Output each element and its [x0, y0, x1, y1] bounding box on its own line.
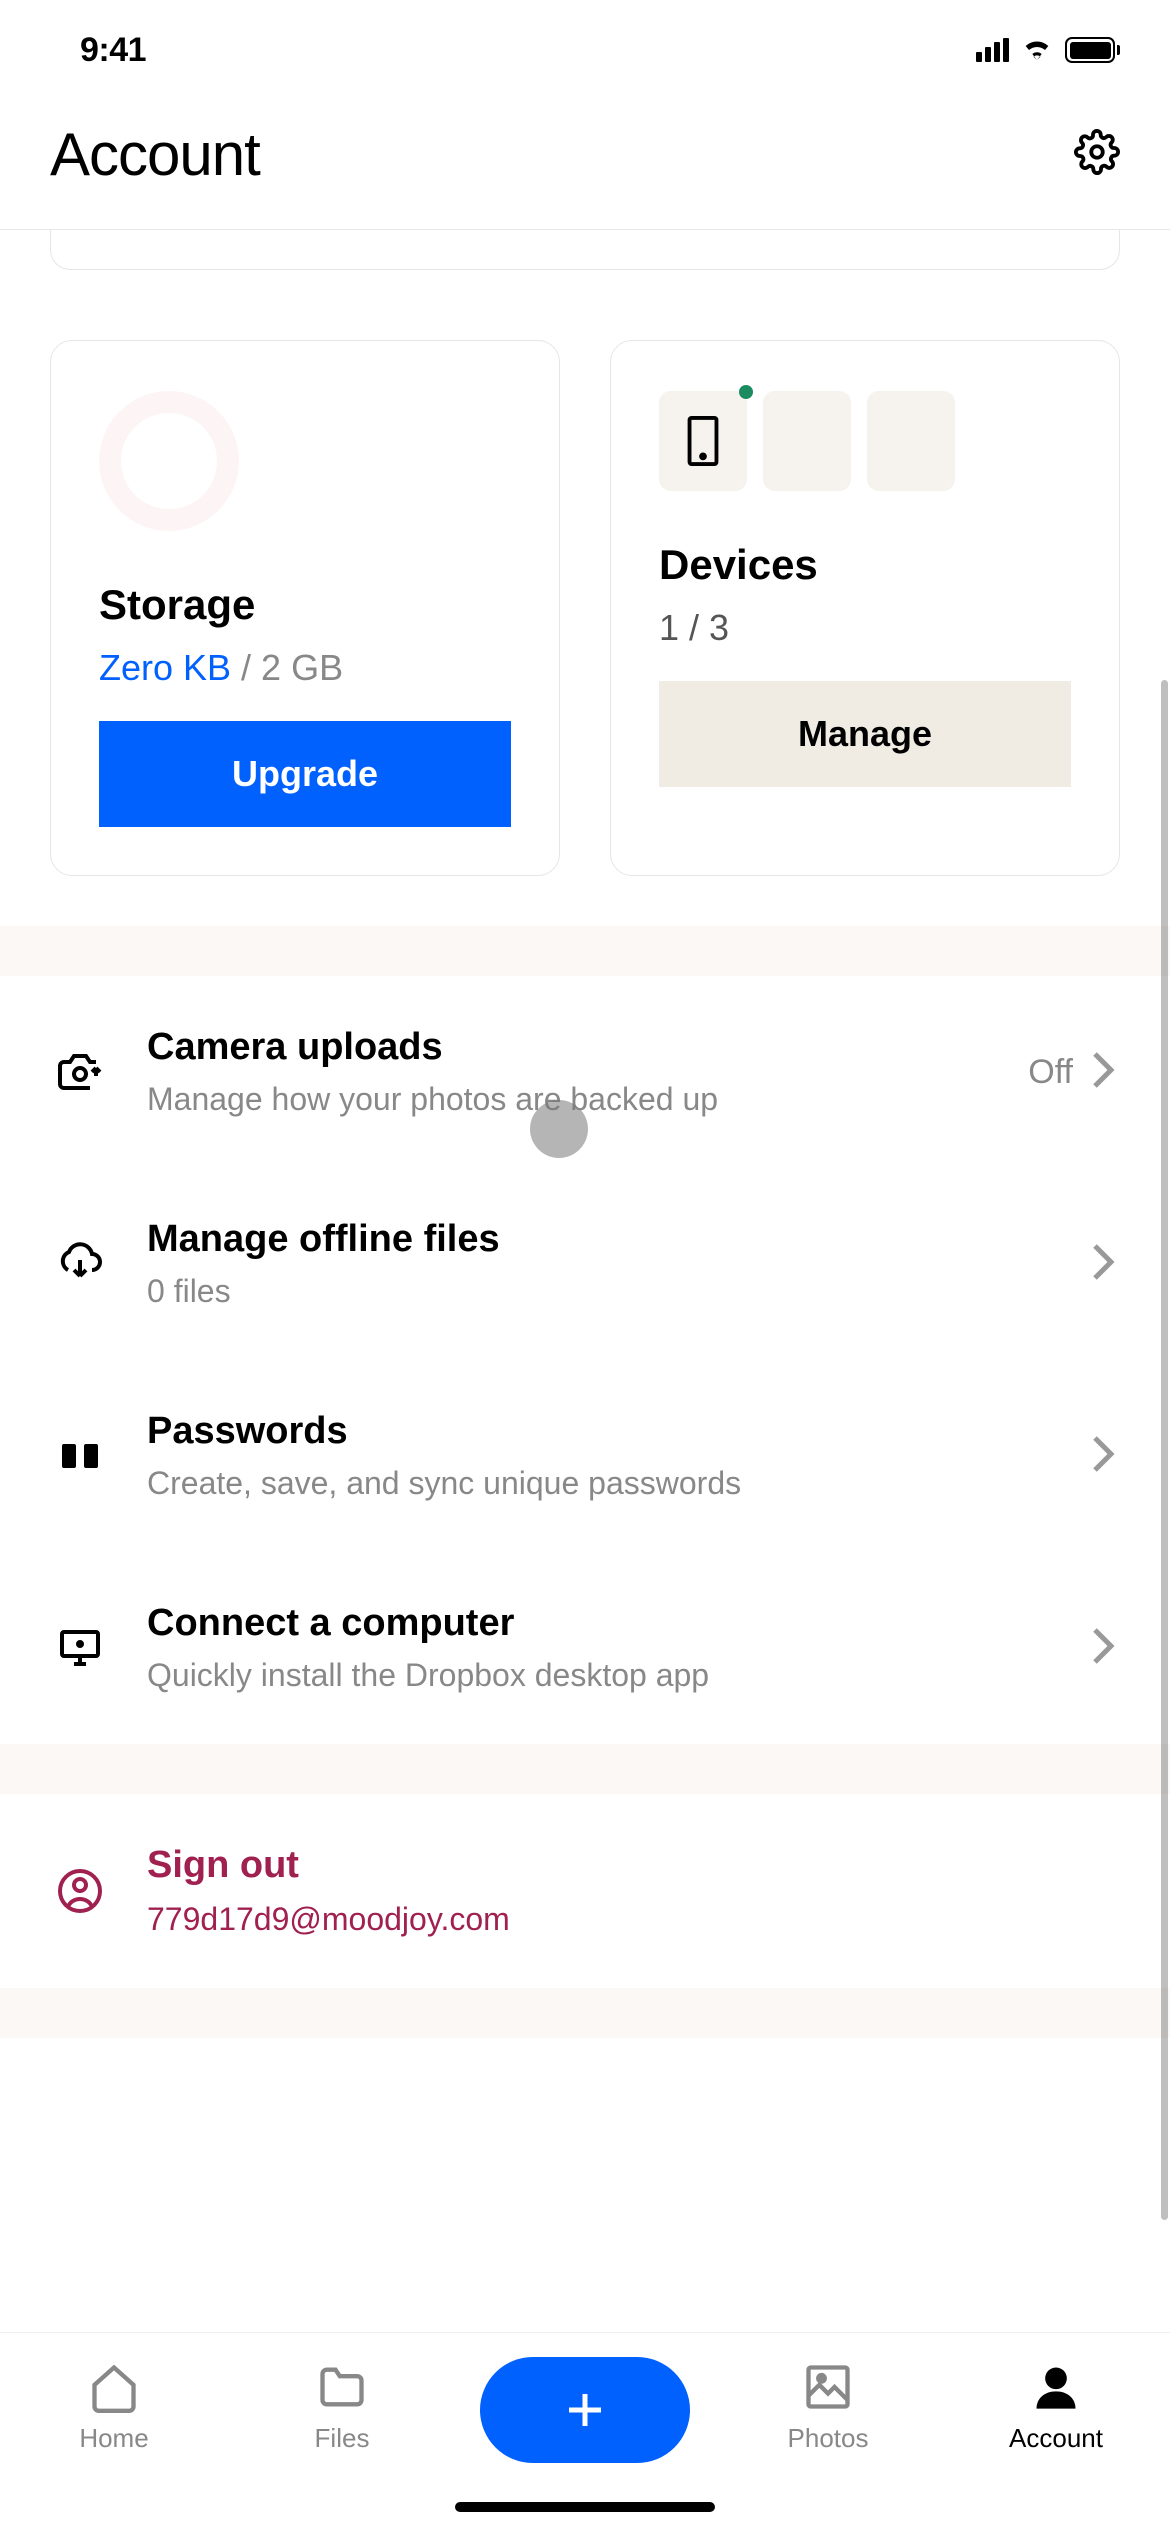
list-title: Connect a computer — [147, 1602, 1049, 1645]
sign-out-email: 779d17d9@moodjoy.com — [147, 1901, 1115, 1938]
features-list: Camera uploads Manage how your photos ar… — [0, 976, 1170, 1744]
folder-icon — [316, 2361, 368, 2413]
tab-label: Files — [315, 2423, 370, 2454]
image-icon — [802, 2361, 854, 2413]
sign-out-title: Sign out — [147, 1844, 1115, 1887]
tab-label: Photos — [788, 2423, 869, 2454]
storage-info: Zero KB / 2 GB — [99, 647, 511, 689]
cloud-download-icon — [55, 1240, 105, 1288]
wifi-icon — [1021, 36, 1053, 65]
offline-files-row[interactable]: Manage offline files 0 files — [0, 1168, 1170, 1360]
list-subtitle: 0 files — [147, 1273, 1049, 1310]
cellular-signal-icon — [976, 38, 1009, 62]
add-button[interactable] — [480, 2357, 690, 2463]
device-slot-empty — [867, 391, 955, 491]
list-subtitle: Quickly install the Dropbox desktop app — [147, 1657, 1049, 1694]
list-subtitle: Create, save, and sync unique passwords — [147, 1465, 1049, 1502]
home-indicator[interactable] — [455, 2502, 715, 2512]
section-divider — [0, 1744, 1170, 1794]
section-divider — [0, 926, 1170, 976]
user-circle-icon — [55, 1867, 105, 1915]
devices-title: Devices — [659, 541, 1071, 589]
status-label: Off — [1028, 1053, 1073, 1092]
scrollbar[interactable] — [1161, 680, 1168, 2220]
connect-computer-row[interactable]: Connect a computer Quickly install the D… — [0, 1552, 1170, 1744]
chevron-right-icon — [1091, 1242, 1115, 1287]
list-content: Passwords Create, save, and sync unique … — [147, 1410, 1049, 1502]
gear-icon — [1074, 129, 1120, 175]
list-trailing — [1091, 1242, 1115, 1287]
battery-icon — [1065, 37, 1120, 63]
page-title: Account — [50, 120, 260, 189]
settings-button[interactable] — [1074, 129, 1120, 180]
chevron-right-icon — [1091, 1434, 1115, 1479]
list-trailing — [1091, 1434, 1115, 1479]
tab-files[interactable]: Files — [252, 2361, 432, 2454]
devices-icons — [659, 391, 1071, 491]
passwords-icon — [55, 1432, 105, 1480]
list-title: Camera uploads — [147, 1026, 986, 1069]
chevron-right-icon — [1091, 1050, 1115, 1095]
status-bar: 9:41 — [0, 0, 1170, 100]
home-icon — [88, 2361, 140, 2413]
list-trailing: Off — [1028, 1050, 1115, 1095]
manage-button[interactable]: Manage — [659, 681, 1071, 787]
passwords-row[interactable]: Passwords Create, save, and sync unique … — [0, 1360, 1170, 1552]
signout-section: Sign out 779d17d9@moodjoy.com — [0, 1794, 1170, 1988]
storage-usage-ring-icon — [99, 391, 239, 531]
status-time: 9:41 — [80, 31, 146, 70]
monitor-icon — [55, 1624, 105, 1672]
device-slot-active — [659, 391, 747, 491]
list-trailing — [1091, 1626, 1115, 1671]
phone-icon — [687, 416, 719, 466]
camera-upload-icon — [55, 1048, 105, 1096]
list-title: Passwords — [147, 1410, 1049, 1453]
device-slot-empty — [763, 391, 851, 491]
page-header: Account — [0, 100, 1170, 230]
storage-card[interactable]: Storage Zero KB / 2 GB Upgrade — [50, 340, 560, 876]
storage-used: Zero KB — [99, 647, 231, 688]
storage-total: / 2 GB — [231, 647, 343, 688]
sign-out-row[interactable]: Sign out 779d17d9@moodjoy.com — [0, 1794, 1170, 1988]
tab-label: Account — [1009, 2423, 1103, 2454]
storage-title: Storage — [99, 581, 511, 629]
plus-icon — [561, 2386, 609, 2434]
status-indicators — [976, 36, 1120, 65]
previous-card-edge — [50, 230, 1120, 270]
devices-count: 1 / 3 — [659, 607, 1071, 649]
list-content: Manage offline files 0 files — [147, 1218, 1049, 1310]
touch-indicator — [530, 1100, 588, 1158]
summary-cards: Storage Zero KB / 2 GB Upgrade Devices 1… — [0, 270, 1170, 926]
list-content: Sign out 779d17d9@moodjoy.com — [147, 1844, 1115, 1938]
active-indicator-dot — [739, 385, 753, 399]
chevron-right-icon — [1091, 1626, 1115, 1671]
person-icon — [1030, 2361, 1082, 2413]
tab-home[interactable]: Home — [24, 2361, 204, 2454]
list-title: Manage offline files — [147, 1218, 1049, 1261]
devices-card[interactable]: Devices 1 / 3 Manage — [610, 340, 1120, 876]
section-divider — [0, 1988, 1170, 2038]
upgrade-button[interactable]: Upgrade — [99, 721, 511, 827]
tab-account[interactable]: Account — [966, 2361, 1146, 2454]
tab-label: Home — [79, 2423, 148, 2454]
list-content: Connect a computer Quickly install the D… — [147, 1602, 1049, 1694]
tab-photos[interactable]: Photos — [738, 2361, 918, 2454]
